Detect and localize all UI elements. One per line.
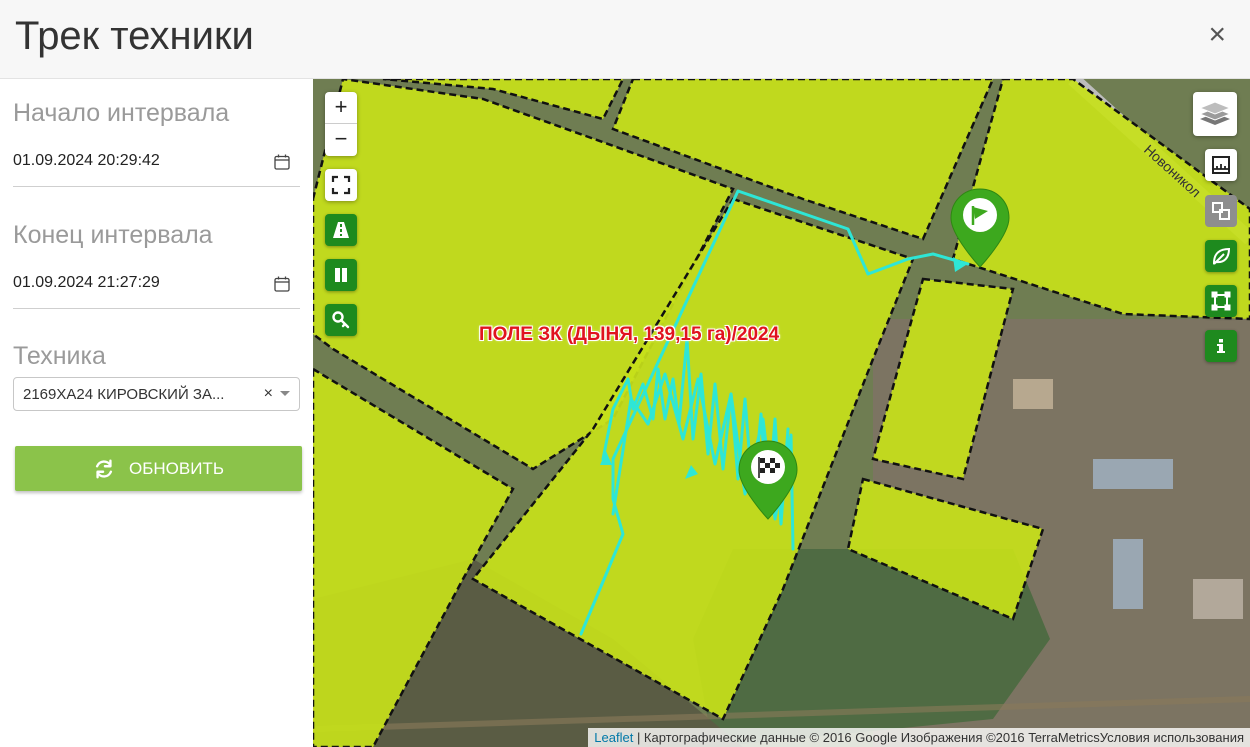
track-dialog: Трек техники × Начало интервала 01.09.20… xyxy=(0,0,1250,747)
layers-icon xyxy=(1198,101,1232,125)
vehicle-label: Техника xyxy=(13,342,106,370)
start-label: Начало интервала xyxy=(13,99,230,127)
refresh-button-label: ОБНОВИТЬ xyxy=(129,458,224,478)
fullscreen-button[interactable] xyxy=(325,169,357,201)
start-date-field[interactable]: 01.09.2024 20:29:42 xyxy=(13,142,300,187)
map[interactable]: Новоникол ПОЛЕ ЗК (ДЫНЯ, 139,15 га)/2024… xyxy=(313,79,1250,747)
calendar-icon[interactable] xyxy=(274,276,290,292)
columns-icon xyxy=(335,268,347,282)
zoom-in-button[interactable]: + xyxy=(325,92,357,124)
end-date-field[interactable]: 01.09.2024 21:27:29 xyxy=(13,264,300,309)
clear-icon[interactable]: × xyxy=(264,385,273,403)
map-canvas[interactable]: Новоникол xyxy=(313,79,1250,747)
sidebar: Начало интервала 01.09.2024 20:29:42 Кон… xyxy=(0,79,313,747)
chevron-down-icon[interactable] xyxy=(280,391,290,396)
road-icon xyxy=(333,222,349,238)
zoom-out-button[interactable]: − xyxy=(325,124,357,156)
ruler-button[interactable] xyxy=(1205,149,1237,181)
calendar-icon[interactable] xyxy=(274,154,290,170)
attribution-text: | Картографические данные © 2016 Google … xyxy=(633,730,1244,745)
ruler-icon xyxy=(1212,156,1230,174)
road-button[interactable] xyxy=(325,214,357,246)
vehicle-select-value: 2169ХА24 КИРОВСКИЙ ЗА... xyxy=(23,386,225,403)
start-date-value: 01.09.2024 20:29:42 xyxy=(13,152,160,169)
vehicle-select[interactable]: 2169ХА24 КИРОВСКИЙ ЗА... × xyxy=(13,377,300,411)
split-icon xyxy=(1212,202,1230,220)
dialog-title: Трек техники xyxy=(15,14,254,58)
refresh-icon xyxy=(95,459,113,478)
frame-button[interactable] xyxy=(1205,285,1237,317)
info-icon xyxy=(1217,339,1225,353)
dialog-header: Трек техники × xyxy=(0,0,1250,79)
key-button[interactable] xyxy=(325,304,357,336)
end-date-value: 01.09.2024 21:27:29 xyxy=(13,274,160,291)
refresh-button[interactable]: ОБНОВИТЬ xyxy=(15,446,302,491)
close-button[interactable]: × xyxy=(1208,20,1226,50)
layers-button[interactable] xyxy=(1193,92,1237,136)
frame-icon xyxy=(1211,291,1231,311)
info-button[interactable] xyxy=(1205,330,1237,362)
fullscreen-icon xyxy=(331,175,351,195)
columns-button[interactable] xyxy=(325,259,357,291)
leaf-button[interactable] xyxy=(1205,240,1237,272)
zoom-control: + − xyxy=(325,92,357,156)
end-label: Конец интервала xyxy=(13,221,213,249)
key-icon xyxy=(332,311,350,329)
leaf-icon xyxy=(1212,247,1231,265)
field-label: ПОЛЕ ЗК (ДЫНЯ, 139,15 га)/2024 xyxy=(479,324,780,345)
map-attribution: Leaflet | Картографические данные © 2016… xyxy=(588,728,1250,747)
leaflet-link[interactable]: Leaflet xyxy=(594,730,633,745)
split-button[interactable] xyxy=(1205,195,1237,227)
